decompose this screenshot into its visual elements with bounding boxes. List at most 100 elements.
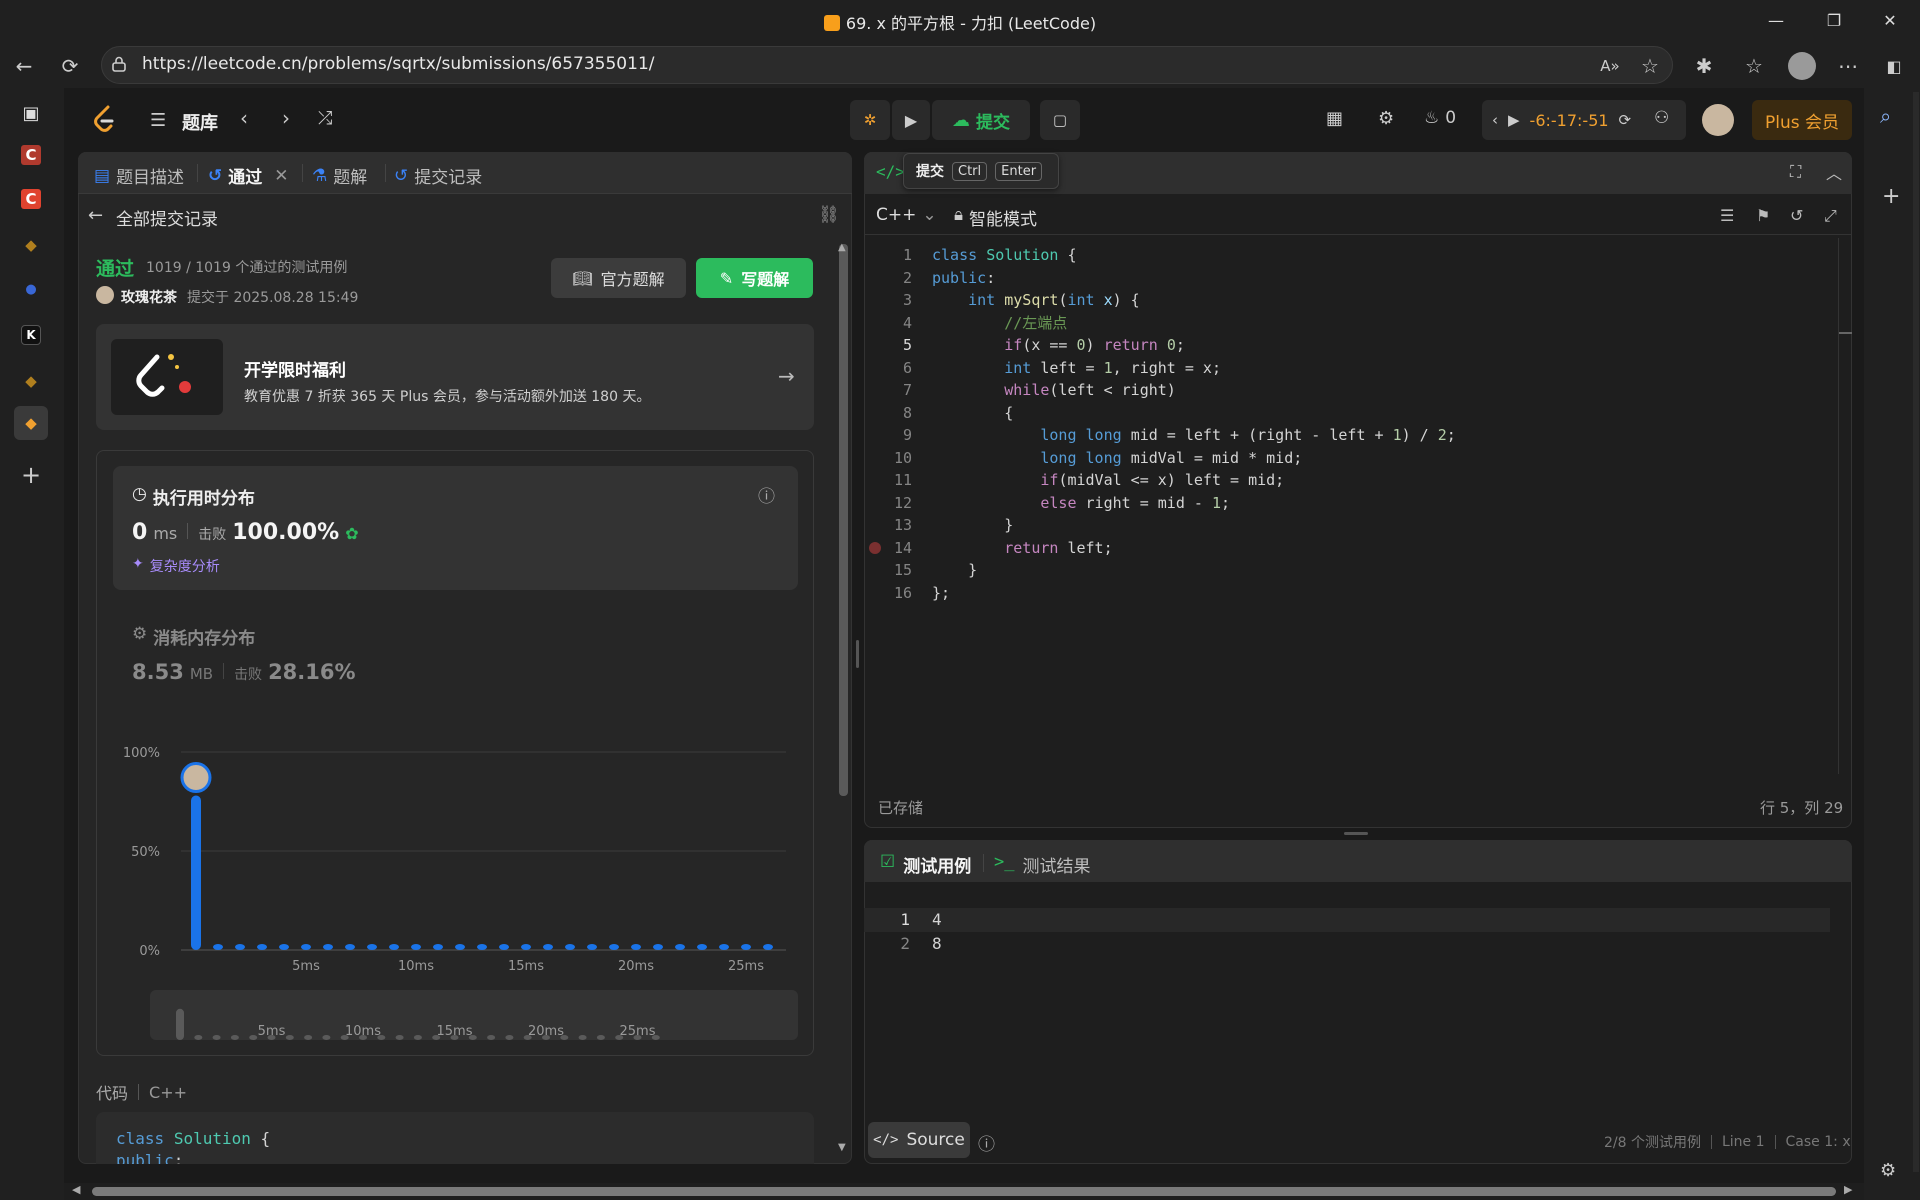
url-text[interactable]: https://leetcode.cn/problems/sqrtx/submi… [142,54,654,74]
scroll-left-icon[interactable]: ◀ [72,1183,80,1196]
tab-divider [385,164,386,182]
favorites-icon[interactable]: ☆ [1740,52,1768,80]
user-avatar[interactable] [1702,104,1734,136]
fullscreen-icon[interactable]: ⛶ [1790,162,1801,182]
testcase-input-line-1[interactable]: 4 [932,908,942,932]
sparkle-icon: ✦ [132,556,144,572]
write-solution-button[interactable]: ✎ 写题解 [696,258,813,298]
chart-bar [433,944,443,950]
horizontal-scrollbar-thumb[interactable] [92,1187,1836,1196]
streak-counter[interactable]: ♨ 0 [1424,108,1456,128]
more-icon[interactable]: ⋯ [1834,52,1862,80]
tab-description[interactable]: ▤ 题目描述 [94,163,184,189]
vertical-tab-search[interactable]: ● [14,272,48,306]
smart-mode-toggle[interactable]: 🔒︎ 智能模式 [954,205,1037,230]
complexity-analysis-link[interactable]: ✦ 复杂度分析 [132,556,220,576]
vertical-tab-k[interactable]: K [14,318,48,352]
chart-bar [543,944,553,950]
invite-user-icon[interactable]: ⚇ [1654,108,1669,128]
memory-title[interactable]: ⚙ 消耗内存分布 [132,624,255,649]
timer-play-icon[interactable]: ▶ [1508,111,1520,129]
tab-divider [302,164,303,182]
tab-divider [983,854,984,872]
vertical-tab-leetcode-active[interactable]: ◆ [14,406,48,440]
all-submissions-link[interactable]: 全部提交记录 [116,205,218,230]
submit-button[interactable]: ☁ 提交 [932,100,1030,140]
chart-bar [301,944,311,950]
vertical-tab-leetcode-1[interactable]: ◆ [14,228,48,262]
next-problem-icon[interactable]: › [282,106,290,130]
profile-avatar[interactable] [1788,52,1816,80]
add-sidebar-icon[interactable]: + [1882,184,1900,209]
sidebar-settings-icon[interactable]: ⚙ [1880,1160,1896,1181]
restore-icon[interactable]: ❐ [1814,6,1854,34]
overview-bar [578,1035,587,1040]
tab-actions-icon[interactable]: ▣ [14,96,48,130]
sidebar-toggle-icon[interactable]: ◧ [1880,52,1908,80]
timer-reset-icon[interactable]: ⟳ [1619,111,1632,129]
close-window-icon[interactable]: ✕ [1870,6,1910,34]
new-tab-icon[interactable]: + [14,458,48,492]
panel-resize-handle[interactable] [1344,832,1368,835]
bookmark-icon[interactable]: ⚑ [1756,206,1770,225]
tab-solutions[interactable]: ⚗ 题解 [312,163,367,189]
back-arrow-icon[interactable]: ← [88,205,103,226]
promo-image [111,339,223,415]
chart-bar [279,944,289,950]
search-sidebar-icon[interactable]: ⌕ [1880,104,1891,128]
share-link-icon[interactable]: ⛓ [818,205,840,225]
scroll-up-icon[interactable]: ▲ [838,242,846,253]
random-problem-icon[interactable]: ⤮ [318,108,332,129]
plus-member-button[interactable]: Plus 会员 [1752,100,1852,140]
testcase-input-line-2[interactable]: 8 [932,932,942,956]
close-tab-icon[interactable]: ✕ [274,166,288,186]
collapse-icon[interactable]: ︿ [1826,160,1842,184]
language-select[interactable]: C++ ⌄ [876,205,937,225]
vertical-tab-csdn-2[interactable]: C [14,182,48,216]
code-icon[interactable]: </> [876,162,905,181]
expand-icon[interactable]: ⤢ [1824,206,1837,226]
list-icon[interactable]: ☰ [150,110,166,131]
window-title: 69. x 的平方根 - 力扣 (LeetCode) [0,10,1920,34]
run-button[interactable]: ▶ [892,100,930,140]
problem-bank-link[interactable]: 题库 [182,109,218,135]
settings-icon[interactable]: ⚙ [1378,108,1394,129]
leetcode-logo[interactable] [92,104,116,134]
testcase-footer: 2/8 个测试用例 Line 1 Case 1: x [1604,1134,1851,1151]
official-solution-button[interactable]: 📖︎ 官方题解 [551,258,686,298]
panel-vertical-resize-handle[interactable] [856,640,859,668]
vertical-tab-leetcode-2[interactable]: ◆ [14,364,48,398]
back-icon[interactable]: ← [10,52,38,80]
scroll-right-icon[interactable]: ▶ [1844,1183,1852,1196]
prev-problem-icon[interactable]: ‹ [240,106,248,130]
refresh-icon[interactable]: ⟳ [56,52,84,80]
editor-scrollbar[interactable] [1838,238,1839,774]
submitter-avatar[interactable] [96,286,114,304]
tab-submissions[interactable]: ↺ 提交记录 [394,163,482,189]
notes-icon[interactable]: ▢ [1040,100,1080,140]
tab-accepted[interactable]: ↺ 通过 ✕ [208,163,289,189]
tab-test-result[interactable]: >_ 测试结果 [994,852,1090,877]
reset-code-icon[interactable]: ↺ [1790,206,1803,225]
source-button[interactable]: </> Source [868,1122,970,1158]
help-icon[interactable]: ⓘ [978,1130,995,1155]
minimize-icon[interactable]: — [1756,6,1796,34]
read-aloud-icon[interactable]: A» [1596,52,1624,80]
submitter-name[interactable]: 玫瑰花茶 [121,287,177,307]
code-editor-text[interactable]: class Solution { public: int mySqrt(int … [932,244,1456,604]
tab-testcase[interactable]: ☑ 测试用例 [880,852,971,877]
debug-icon[interactable]: ✲ [850,100,890,140]
page-scrollbar[interactable] [1913,92,1919,1172]
extensions-icon[interactable]: ✱ [1690,52,1718,80]
favorite-star-icon[interactable]: ☆ [1636,52,1664,80]
info-icon[interactable]: ⓘ [758,482,775,507]
layout-icon[interactable]: ▦ [1326,108,1343,129]
format-icon[interactable]: ☰ [1720,206,1734,225]
timer-prev-icon[interactable]: ‹ [1492,111,1498,129]
vertical-tab-csdn-1[interactable]: C [14,138,48,172]
arrow-right-icon[interactable]: → [778,364,795,388]
scroll-down-icon[interactable]: ▼ [838,1142,846,1153]
left-panel-scrollbar[interactable] [839,244,848,796]
breakpoint-icon[interactable] [869,542,881,554]
lock-icon[interactable] [112,56,126,72]
